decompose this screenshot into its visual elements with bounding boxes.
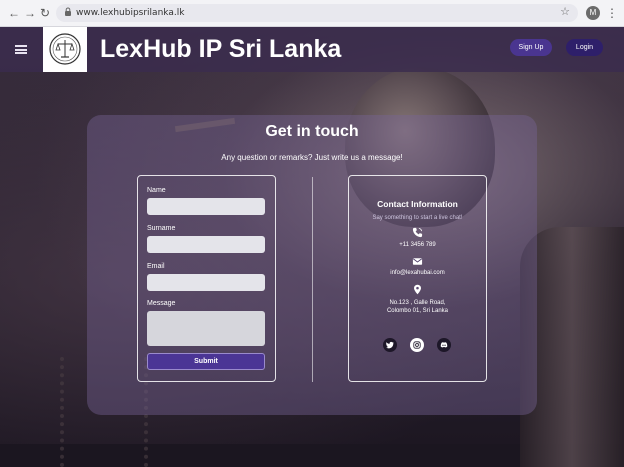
contact-info-subtitle: Say something to start a live chat!: [372, 215, 463, 221]
contact-information-panel: Contact Information Say something to sta…: [348, 175, 487, 382]
hamburger-menu-icon[interactable]: [15, 45, 27, 54]
surname-label: Surname: [147, 225, 176, 232]
twitter-icon: [386, 341, 394, 349]
browser-menu-icon[interactable]: ⋮: [606, 5, 618, 21]
lock-icon: [65, 7, 71, 16]
site-header: LexHub IP Sri Lanka Sign Up Login: [0, 27, 624, 72]
name-input[interactable]: [147, 198, 265, 215]
scales-of-justice-icon: [49, 33, 81, 65]
contact-form: Name Surname Email Message Submit: [137, 175, 276, 382]
login-button[interactable]: Login: [566, 39, 603, 56]
instagram-button[interactable]: [410, 338, 424, 352]
email-input[interactable]: [147, 274, 265, 291]
message-textarea[interactable]: [147, 311, 265, 346]
name-label: Name: [147, 187, 166, 194]
panel-divider: [312, 177, 313, 382]
surname-input[interactable]: [147, 236, 265, 253]
contact-card: Get in touch Any question or remarks? Ju…: [87, 115, 537, 415]
page-title: Get in touch: [265, 123, 359, 140]
discord-button[interactable]: [437, 338, 451, 352]
url-text: www.lexhubipsrilanka.lk: [76, 8, 185, 18]
browser-toolbar: ← → ↻ www.lexhubipsrilanka.lk ☆ M ⋮: [0, 0, 624, 27]
address-line-1: No.123 , Galle Road,: [389, 300, 446, 306]
email-label: Email: [147, 263, 165, 270]
profile-avatar[interactable]: M: [586, 6, 600, 20]
message-label: Message: [147, 300, 176, 307]
contact-email[interactable]: info@lexahubai.com: [349, 269, 486, 277]
instagram-icon: [413, 341, 421, 349]
back-arrow-icon[interactable]: ←: [8, 5, 20, 21]
bookmark-star-icon[interactable]: ☆: [560, 5, 570, 18]
phone-icon: [412, 227, 423, 238]
location-pin-icon: [414, 284, 421, 295]
address-line-2: Colombo 01, Sri Lanka: [386, 308, 449, 314]
contact-info-title: Contact Information: [377, 199, 458, 209]
submit-button[interactable]: Submit: [147, 353, 265, 370]
twitter-button[interactable]: [383, 338, 397, 352]
sign-up-button[interactable]: Sign Up: [510, 39, 552, 56]
site-logo[interactable]: [43, 27, 87, 72]
mail-icon: [412, 258, 423, 265]
address-bar[interactable]: www.lexhubipsrilanka.lk ☆: [56, 4, 578, 22]
reload-icon[interactable]: ↻: [40, 5, 50, 21]
site-title: LexHub IP Sri Lanka: [100, 35, 342, 63]
discord-icon: [440, 342, 448, 348]
phone-number[interactable]: +11 3456 789: [349, 241, 486, 249]
forward-arrow-icon[interactable]: →: [24, 5, 36, 21]
page-subtitle: Any question or remarks? Just write us a…: [221, 153, 403, 162]
